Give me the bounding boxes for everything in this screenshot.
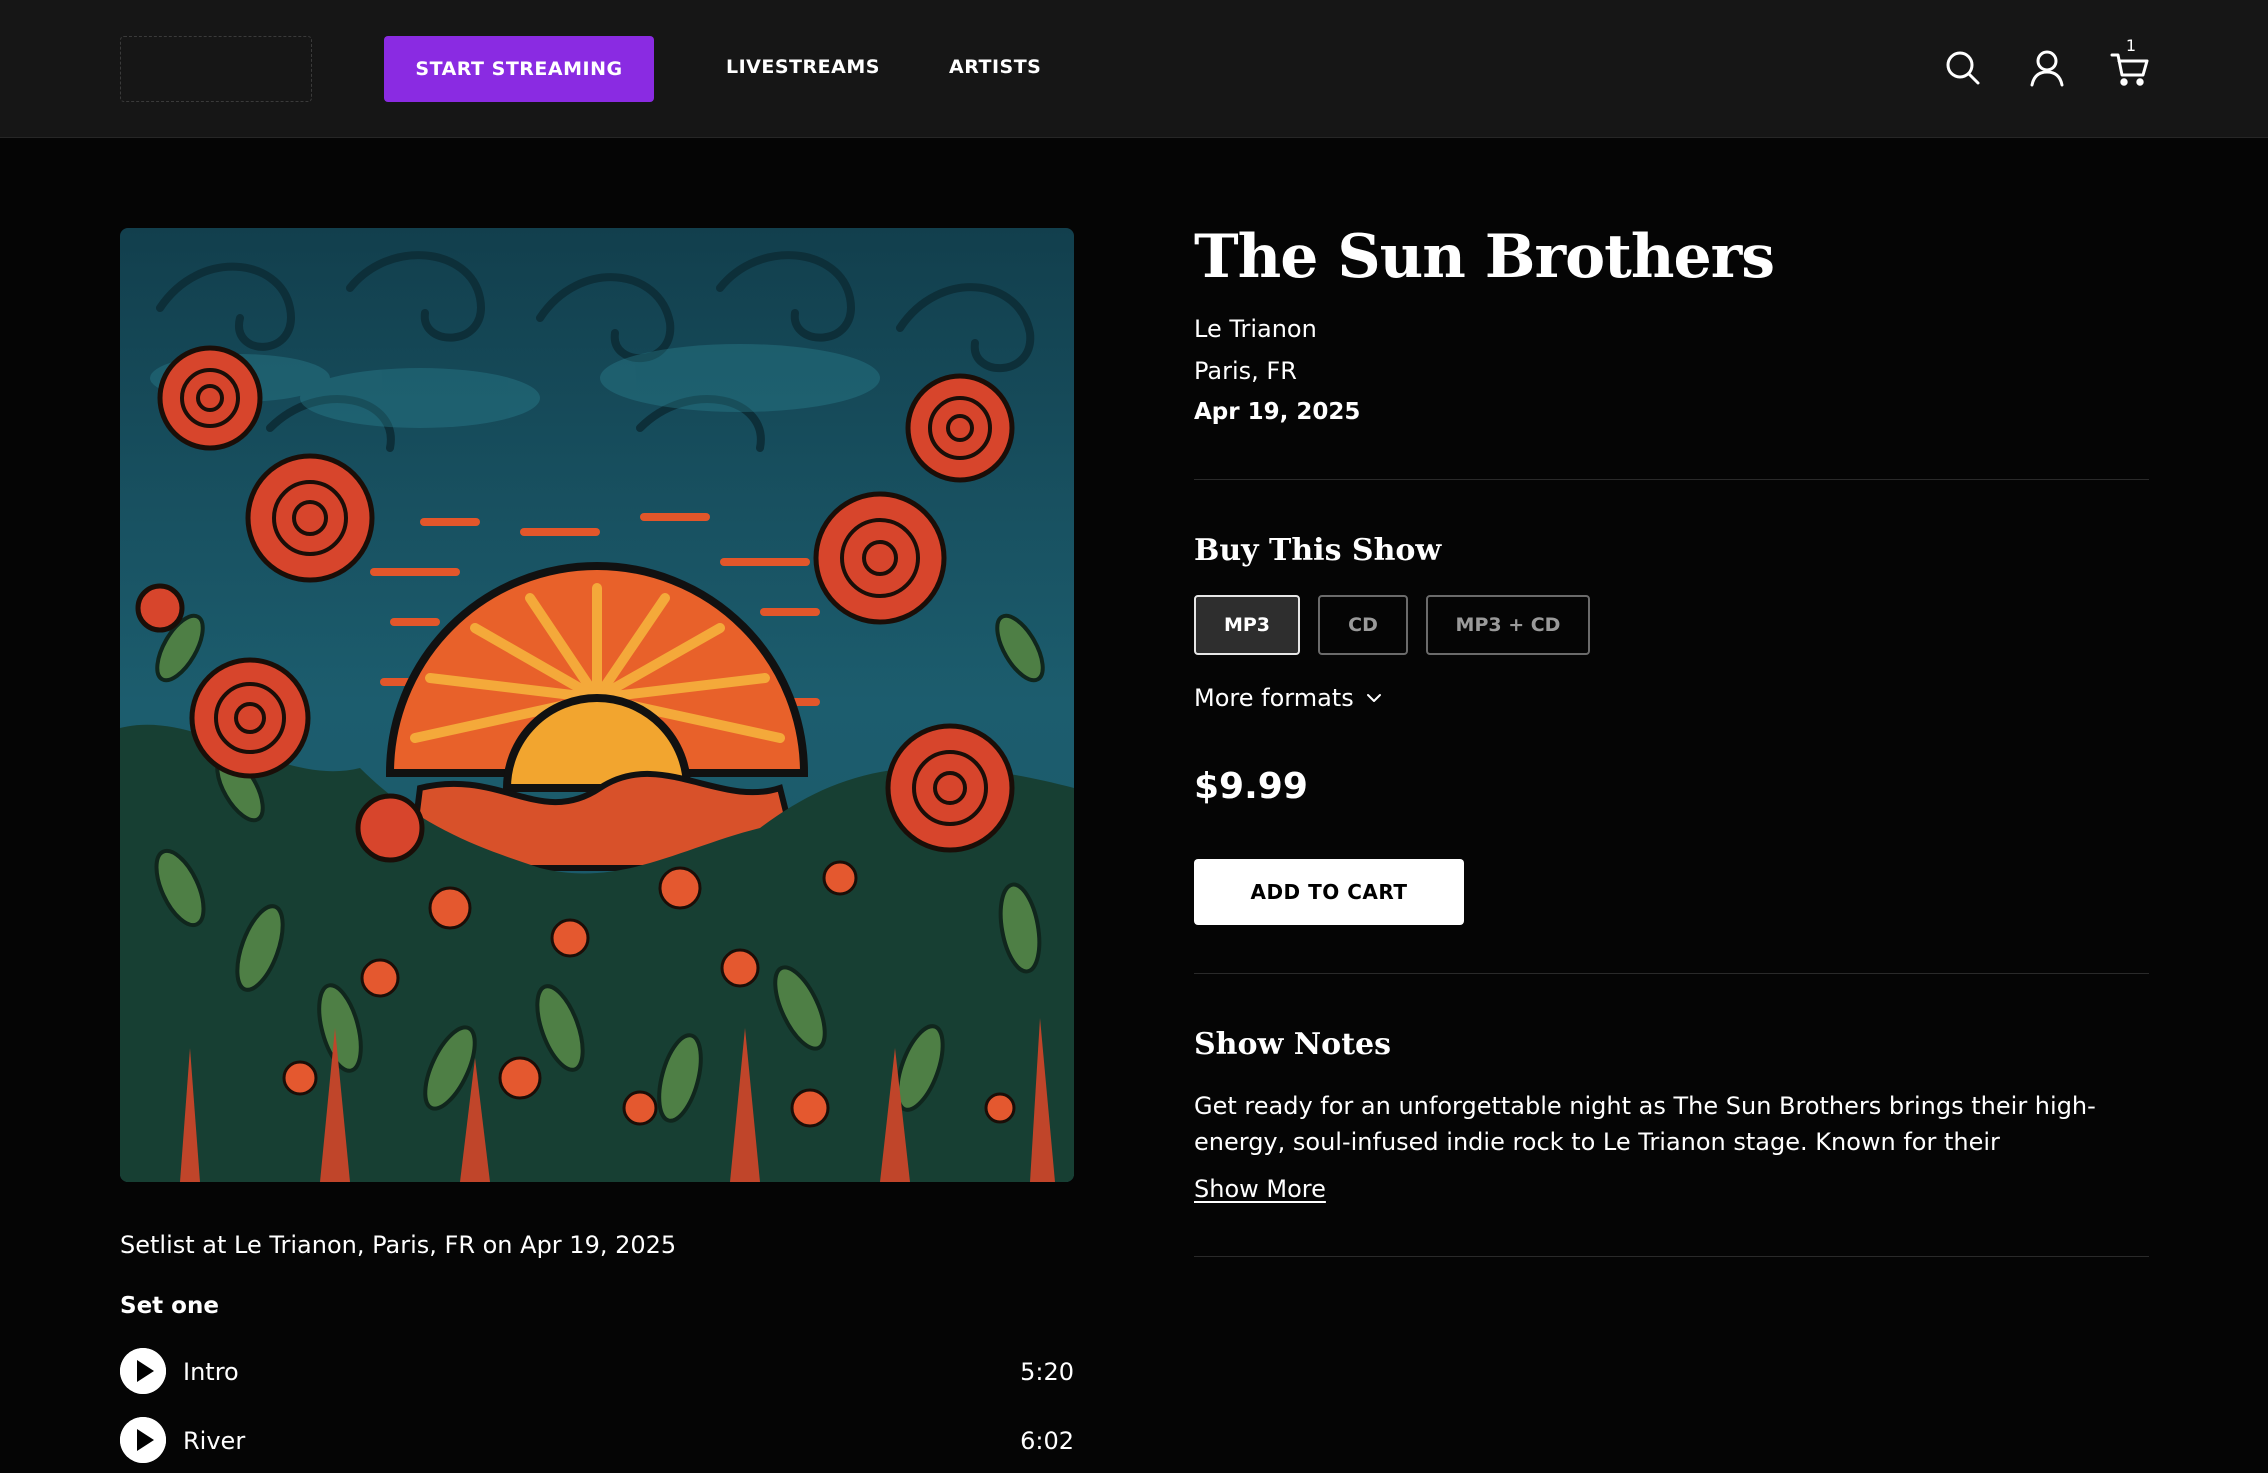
- buy-section-title: Buy This Show: [1194, 533, 1442, 568]
- venue-name: Le Trianon: [1194, 315, 1317, 343]
- divider: [1194, 1256, 2149, 1257]
- more-formats-toggle[interactable]: More formats: [1194, 684, 1384, 712]
- format-option-mp3[interactable]: MP3: [1194, 595, 1300, 655]
- play-icon[interactable]: [120, 1417, 166, 1463]
- track-row[interactable]: Intro 5:20: [120, 1348, 1074, 1396]
- show-notes-title: Show Notes: [1194, 1027, 1392, 1062]
- track-name: River: [183, 1427, 246, 1455]
- show-notes-text: Get ready for an unforgettable night as …: [1194, 1092, 2096, 1156]
- logo[interactable]: [120, 36, 312, 102]
- play-icon[interactable]: [120, 1348, 166, 1394]
- divider: [1194, 479, 2149, 480]
- show-more-link[interactable]: Show More: [1194, 1175, 1326, 1203]
- start-streaming-button[interactable]: START STREAMING: [384, 36, 654, 102]
- track-name: Intro: [183, 1358, 239, 1386]
- track-duration: 5:20: [1020, 1358, 1074, 1386]
- track-duration: 6:02: [1020, 1427, 1074, 1455]
- search-icon[interactable]: [1942, 47, 1984, 89]
- top-navigation-bar: START STREAMING LIVESTREAMS ARTISTS 1: [0, 0, 2268, 138]
- show-date: Apr 19, 2025: [1194, 399, 1361, 425]
- price: $9.99: [1194, 766, 1308, 807]
- add-to-cart-button[interactable]: ADD TO CART: [1194, 859, 1464, 925]
- more-formats-label: More formats: [1194, 684, 1354, 712]
- user-icon[interactable]: [2026, 47, 2068, 89]
- nav-link-livestreams[interactable]: LIVESTREAMS: [726, 56, 880, 78]
- venue-city: Paris, FR: [1194, 357, 1297, 385]
- album-cover-image: [120, 228, 1074, 1182]
- divider: [1194, 973, 2149, 974]
- artist-title: The Sun Brothers: [1194, 222, 1775, 292]
- setlist-title: Setlist at Le Trianon, Paris, FR on Apr …: [120, 1231, 677, 1259]
- set-heading: Set one: [120, 1293, 219, 1319]
- format-option-mp3-cd[interactable]: MP3 + CD: [1426, 595, 1590, 655]
- track-row[interactable]: River 6:02: [120, 1417, 1074, 1465]
- format-option-cd[interactable]: CD: [1318, 595, 1408, 655]
- nav-link-artists[interactable]: ARTISTS: [949, 56, 1041, 78]
- chevron-down-icon: [1364, 688, 1384, 708]
- cart-count-badge: 1: [2125, 36, 2137, 55]
